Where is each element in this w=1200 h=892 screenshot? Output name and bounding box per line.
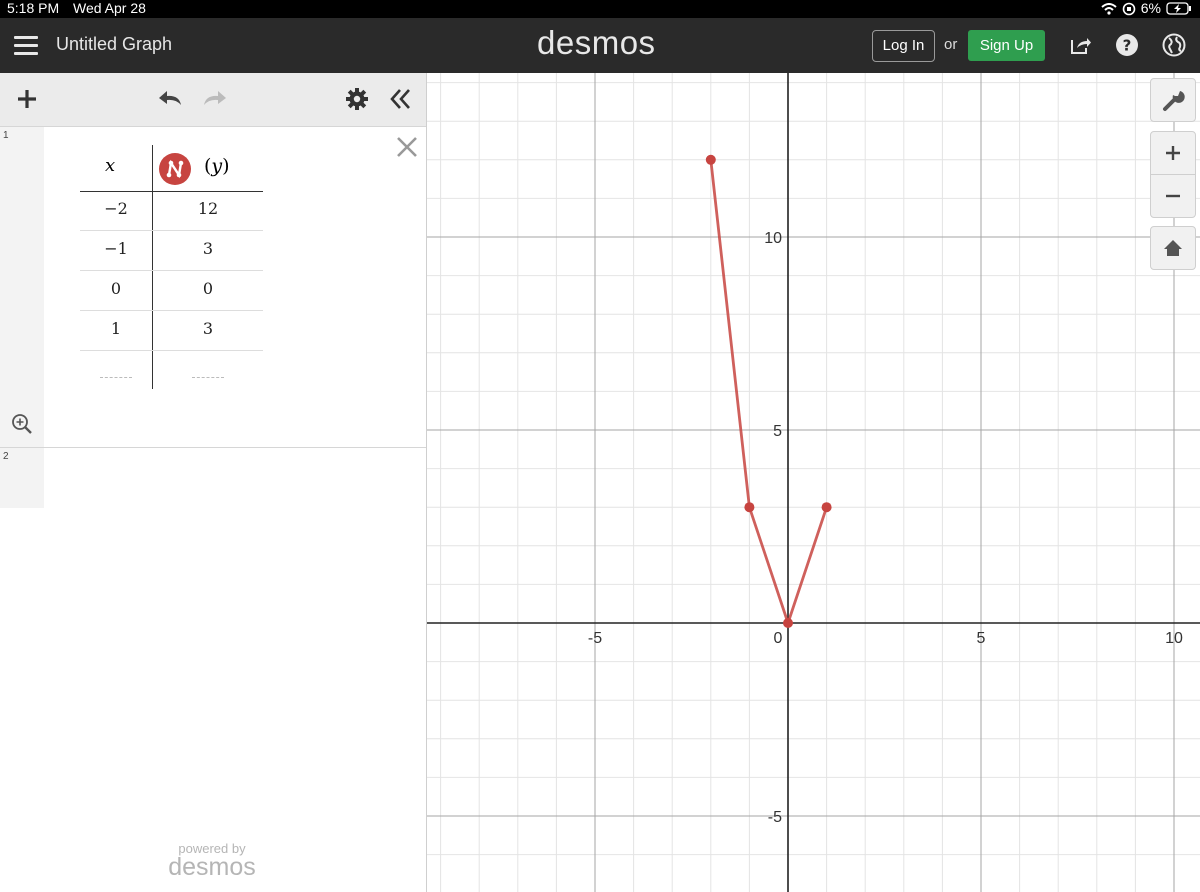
zoom-in-icon: [1166, 146, 1180, 160]
grid-minor: [427, 73, 1200, 892]
row-divider: [80, 310, 263, 311]
row-divider: [80, 270, 263, 271]
x-tick-label: 10: [1165, 630, 1183, 647]
y-tick-label: 10: [764, 230, 782, 247]
y-tick-label: -5: [768, 809, 782, 826]
battery-charging-icon: [1166, 2, 1191, 15]
column-header-y[interactable]: (y): [204, 155, 230, 177]
share-icon[interactable]: [1068, 33, 1092, 57]
collapse-panel-icon[interactable]: [388, 87, 412, 111]
app-header: Untitled Graph desmos Log In or Sign Up …: [0, 18, 1200, 73]
table-divider: [152, 145, 153, 389]
graph-title[interactable]: Untitled Graph: [56, 34, 172, 55]
data-point: [705, 154, 716, 165]
or-label: or: [944, 36, 958, 53]
status-date: Wed Apr 28: [73, 0, 146, 16]
zoom-out-icon: [1166, 194, 1180, 198]
login-button[interactable]: Log In: [872, 30, 935, 62]
table-cell-x[interactable]: 1: [80, 319, 152, 338]
table-cell-x[interactable]: −2: [80, 199, 152, 218]
empty-cell-x[interactable]: [100, 377, 132, 378]
series-style-button[interactable]: [159, 153, 191, 185]
language-globe-icon[interactable]: [1162, 33, 1186, 57]
table-cell-x[interactable]: −1: [80, 239, 152, 258]
tick-labels: -5 0 5 10 10 5 -5: [588, 230, 1183, 826]
close-icon[interactable]: [395, 135, 419, 159]
points-and-lines-icon: [166, 159, 184, 179]
powered-by-desmos[interactable]: powered by desmos: [165, 842, 259, 881]
graph-settings-button[interactable]: [1150, 78, 1196, 122]
battery-percent: 6%: [1140, 0, 1161, 16]
home-icon: [1164, 240, 1182, 256]
wifi-icon: [1101, 2, 1117, 15]
desmos-logo: desmos: [537, 24, 656, 61]
table-cell-y[interactable]: 0: [162, 279, 254, 298]
undo-icon[interactable]: [157, 87, 185, 111]
orientation-lock-icon: [1122, 2, 1136, 15]
table-cell-y[interactable]: 3: [162, 319, 254, 338]
add-icon[interactable]: [16, 88, 38, 110]
status-time: 5:18 PM: [7, 0, 60, 16]
data-point: [744, 502, 755, 513]
table-cell-y[interactable]: 3: [162, 239, 254, 258]
data-point: [783, 618, 793, 628]
redo-icon[interactable]: [200, 87, 228, 111]
y-tick-label: 5: [773, 423, 782, 440]
powered-by-logo: desmos: [168, 853, 256, 881]
zoom-in-button[interactable]: [1150, 131, 1196, 175]
x-tick-label: 0: [774, 630, 783, 647]
settings-gear-icon[interactable]: [345, 87, 369, 111]
row-divider: [80, 350, 263, 351]
default-viewport-button[interactable]: [1150, 226, 1196, 270]
graph-canvas[interactable]: -5 0 5 10 10 5 -5: [427, 73, 1200, 892]
row-divider: [80, 230, 263, 231]
empty-cell-y[interactable]: [192, 377, 224, 378]
axes: [427, 73, 1200, 892]
expression-panel: 1 x (y) −2 12 −1 3 0 0 1 3 2 powered by …: [0, 73, 427, 892]
expression-toolbar: [0, 73, 426, 127]
x-tick-label: -5: [588, 630, 602, 647]
menu-icon[interactable]: [14, 36, 38, 56]
expression-row-table[interactable]: 1 x (y) −2 12 −1 3 0 0 1 3: [0, 127, 426, 448]
help-icon[interactable]: ?: [1115, 33, 1139, 57]
row-number: 2: [3, 451, 9, 462]
wrench-icon: [1163, 91, 1185, 111]
zoom-out-button[interactable]: [1150, 174, 1196, 218]
grid-major: [427, 73, 1200, 892]
svg-text:?: ?: [1123, 37, 1132, 55]
table-cell-x[interactable]: 0: [80, 279, 152, 298]
x-tick-label: 5: [977, 630, 986, 647]
zoom-fit-icon[interactable]: [11, 413, 33, 435]
column-header-x[interactable]: x: [105, 155, 115, 176]
table-cell-y[interactable]: 12: [162, 199, 254, 218]
row-number: 1: [3, 130, 9, 141]
signup-button[interactable]: Sign Up: [968, 30, 1045, 61]
data-point: [821, 502, 832, 513]
row-gutter: [0, 127, 44, 447]
column-y-label: y: [211, 155, 223, 177]
status-bar: 5:18 PM Wed Apr 28 6%: [0, 0, 1200, 18]
expression-row-empty[interactable]: 2: [0, 448, 426, 508]
